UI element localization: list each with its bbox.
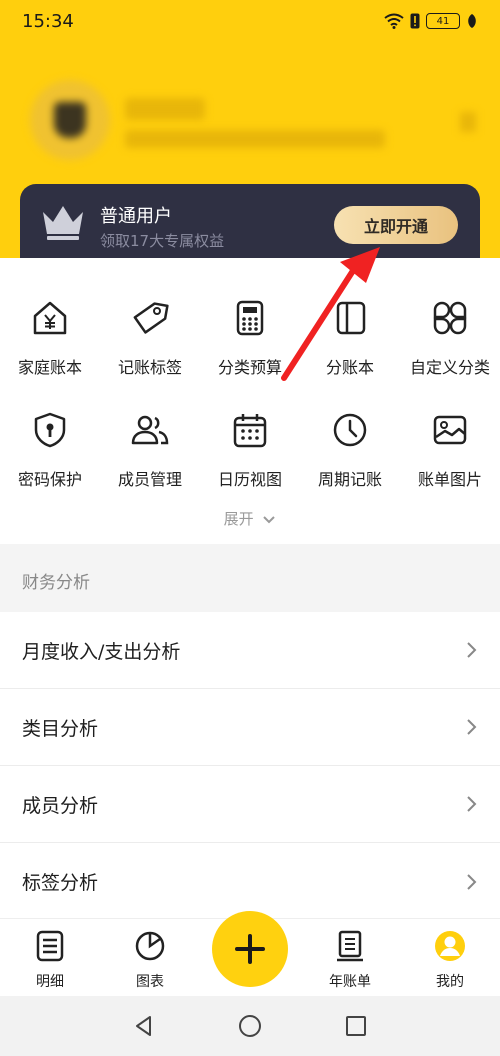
plus-icon	[235, 934, 265, 964]
tab-charts[interactable]: 图表	[100, 929, 200, 991]
home-circle-icon[interactable]	[238, 1014, 262, 1038]
feature-members[interactable]: 成员管理	[100, 410, 200, 490]
bottom-tab-bar: 明细 图表 年账单 我的	[0, 911, 500, 998]
list-item-member-analysis[interactable]: 成员分析	[0, 766, 500, 843]
add-record-button[interactable]	[212, 911, 288, 987]
tab-annual-bill[interactable]: 年账单	[300, 929, 400, 991]
battery-icon: 41	[426, 13, 460, 29]
grid-petals-icon	[433, 301, 467, 335]
list-item-label: 标签分析	[22, 872, 99, 894]
feature-budget[interactable]: 分类预算	[200, 298, 300, 378]
list-item-label: 月度收入/支出分析	[22, 640, 181, 663]
chevron-right-icon	[467, 796, 477, 812]
feature-label: 分账本	[325, 358, 374, 377]
calendar-icon	[233, 414, 267, 448]
wifi-icon	[384, 13, 404, 29]
shield-lock-icon	[34, 412, 66, 448]
home-yen-icon	[33, 301, 67, 335]
list-item-label: 成员分析	[22, 794, 99, 817]
section-header: 财务分析	[0, 544, 500, 612]
feature-bill-images[interactable]: 账单图片	[400, 410, 500, 490]
profile-icon	[435, 931, 465, 961]
list-item-tag-analysis[interactable]: 标签分析	[0, 843, 500, 920]
chevron-right-icon	[467, 873, 477, 890]
tab-mine[interactable]: 我的	[400, 929, 500, 991]
members-icon	[131, 415, 169, 445]
list-doc-icon	[36, 930, 64, 962]
feature-label: 自定义分类	[409, 358, 490, 377]
profile-chevron-icon[interactable]	[460, 112, 476, 132]
chevron-down-icon	[263, 515, 276, 523]
expand-button[interactable]: 展开	[0, 508, 500, 529]
feature-label: 密码保护	[17, 470, 82, 489]
feature-label: 分类预算	[217, 358, 282, 377]
avatar[interactable]	[30, 80, 110, 160]
analysis-list: 月度收入/支出分析 类目分析 成员分析 标签分析	[0, 612, 500, 920]
chevron-right-icon	[467, 642, 477, 658]
system-nav-bar	[0, 996, 500, 1056]
blurred-username	[125, 98, 205, 120]
image-icon	[433, 415, 467, 445]
profile-header[interactable]	[30, 70, 490, 180]
expand-label: 展开	[223, 510, 254, 528]
feature-calendar[interactable]: 日历视图	[200, 410, 300, 490]
tab-label: 我的	[436, 974, 464, 990]
tab-label: 图表	[136, 974, 164, 990]
feature-panel: 家庭账本 记账标签 分类预算 分账本 自定义分类 密码保护 成员管理 日历视图 …	[0, 258, 500, 544]
feature-label: 周期记账	[317, 470, 382, 489]
year-bill-icon	[337, 930, 363, 962]
clock-icon	[333, 413, 367, 447]
feature-family-book[interactable]: 家庭账本	[0, 298, 100, 378]
feature-label: 账单图片	[417, 470, 482, 489]
pie-chart-icon	[135, 931, 165, 961]
status-time: 15:34	[22, 10, 74, 32]
tag-icon	[133, 302, 169, 334]
tab-label: 年账单	[329, 974, 371, 990]
calculator-icon	[236, 300, 264, 336]
feature-recurring[interactable]: 周期记账	[300, 410, 400, 490]
eco-leaf-icon	[468, 14, 476, 28]
status-bar: 15:34 41	[0, 0, 500, 42]
back-triangle-icon[interactable]	[132, 1014, 156, 1038]
feature-label: 成员管理	[117, 470, 182, 489]
list-item-category-analysis[interactable]: 类目分析	[0, 689, 500, 766]
list-item-monthly-analysis[interactable]: 月度收入/支出分析	[0, 612, 500, 689]
status-icons: 41	[384, 13, 478, 29]
vip-title: 普通用户	[100, 206, 172, 227]
recents-square-icon[interactable]	[344, 1014, 368, 1038]
chevron-right-icon	[467, 719, 477, 735]
feature-custom-category[interactable]: 自定义分类	[400, 298, 500, 378]
feature-label: 日历视图	[217, 470, 282, 489]
feature-label: 家庭账本	[17, 358, 82, 377]
feature-sub-books[interactable]: 分账本	[300, 298, 400, 378]
blurred-user-id	[125, 130, 385, 148]
feature-password[interactable]: 密码保护	[0, 410, 100, 490]
tab-label: 明细	[36, 974, 64, 990]
books-icon	[336, 301, 366, 335]
feature-label: 记账标签	[117, 358, 182, 377]
feature-tags[interactable]: 记账标签	[100, 298, 200, 378]
tab-details[interactable]: 明细	[0, 929, 100, 991]
list-item-label: 类目分析	[22, 717, 99, 740]
alert-sim-icon	[410, 13, 420, 29]
section-title: 财务分析	[22, 573, 90, 593]
